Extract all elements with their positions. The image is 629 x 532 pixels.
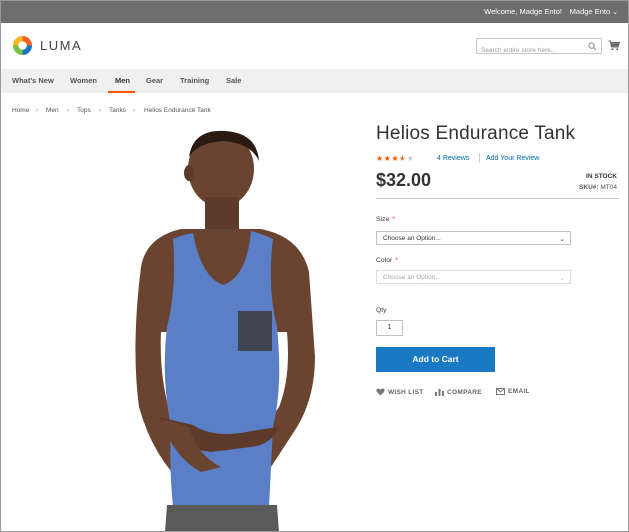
nav-item-whats-new[interactable]: What's New — [12, 76, 54, 85]
color-select[interactable]: Choose an Option... ⌄ — [376, 270, 571, 284]
size-select[interactable]: Choose an Option... ⌄ — [376, 231, 571, 245]
divider — [479, 153, 480, 163]
breadcrumb-tops[interactable]: Tops — [77, 107, 91, 114]
compare-label: COMPARE — [447, 388, 482, 396]
email-link[interactable]: EMAIL — [496, 388, 530, 395]
sku-value: MT04 — [600, 184, 617, 191]
breadcrumb-tanks[interactable]: Tanks — [109, 107, 126, 114]
compare-icon — [435, 389, 444, 396]
star-empty-icon: ★ — [406, 154, 415, 163]
wishlist-label: WISH LIST — [388, 388, 424, 396]
product-image[interactable] — [101, 127, 351, 532]
divider — [376, 198, 619, 199]
size-label: Size * — [376, 216, 395, 223]
star-half-icon: ★ — [399, 154, 407, 163]
product-price: $32.00 — [376, 170, 432, 190]
color-select-value: Choose an Option... — [383, 274, 441, 281]
nav-item-training[interactable]: Training — [180, 76, 209, 85]
star-full-icon: ★ — [376, 154, 384, 163]
star-full-icon: ★ — [391, 154, 400, 163]
cart-icon[interactable] — [608, 40, 620, 51]
nav-item-men[interactable]: Men — [115, 76, 130, 85]
color-label: Color * — [376, 257, 398, 264]
sku-label: SKU#: — [579, 184, 599, 191]
nav-item-women[interactable]: Women — [70, 76, 97, 85]
stock-status: IN STOCK — [586, 173, 617, 180]
nav-item-gear[interactable]: Gear — [146, 76, 163, 85]
account-name: Madge Ento — [569, 7, 611, 16]
size-select-value: Choose an Option... — [383, 235, 441, 242]
email-label: EMAIL — [508, 388, 530, 395]
heart-icon — [376, 388, 385, 396]
add-to-cart-button[interactable]: Add to Cart — [376, 347, 495, 372]
compare-link[interactable]: COMPARE — [435, 388, 482, 396]
required-mark: * — [395, 257, 398, 264]
chevron-down-icon: ⌄ — [559, 275, 565, 282]
breadcrumb-chevron-icon: › — [133, 107, 136, 114]
search-input[interactable] — [477, 43, 587, 58]
qty-label: Qty — [376, 307, 387, 314]
add-review-link[interactable]: Add Your Review — [486, 155, 539, 162]
required-mark: * — [392, 216, 395, 223]
luma-logo[interactable]: LUMA — [12, 35, 82, 56]
search-icon[interactable] — [588, 42, 597, 51]
chevron-down-icon: ⌄ — [612, 9, 618, 16]
size-label-text: Size — [376, 216, 390, 223]
product-title: Helios Endurance Tank — [376, 123, 576, 144]
account-menu[interactable]: Madge Ento ⌄ — [570, 7, 618, 16]
color-label-text: Color — [376, 257, 393, 264]
qty-input[interactable]: 1 — [376, 320, 403, 336]
wishlist-link[interactable]: WISH LIST — [376, 388, 424, 396]
active-nav-indicator — [108, 91, 135, 93]
breadcrumb-chevron-icon: › — [67, 107, 70, 114]
nav-item-sale[interactable]: Sale — [226, 76, 241, 85]
breadcrumb-home[interactable]: Home — [12, 107, 29, 114]
reviews-link[interactable]: 4 Reviews — [437, 155, 469, 162]
logo-text: LUMA — [40, 38, 83, 53]
envelope-icon — [496, 388, 505, 395]
main-nav: What's New Women Men Gear Training Sale — [1, 69, 628, 93]
luma-logo-icon — [12, 35, 33, 56]
rating-stars: ★★★★★ — [376, 154, 414, 163]
breadcrumb-chevron-icon: › — [99, 107, 102, 114]
breadcrumb-current: Helios Endurance Tank — [144, 107, 211, 114]
breadcrumb-chevron-icon: › — [36, 107, 39, 114]
chevron-down-icon: ⌄ — [559, 236, 565, 243]
browser-page: Welcome, Madge Ento! Madge Ento⌄ LUMA Wh… — [0, 0, 629, 532]
breadcrumb-men[interactable]: Men — [46, 107, 59, 114]
top-bar: Welcome, Madge Ento! Madge Ento ⌄ — [1, 1, 628, 23]
search-box[interactable] — [476, 38, 602, 58]
sku: SKU#: MT04 — [579, 184, 617, 191]
welcome-message: Welcome, Madge Ento! — [484, 7, 562, 16]
